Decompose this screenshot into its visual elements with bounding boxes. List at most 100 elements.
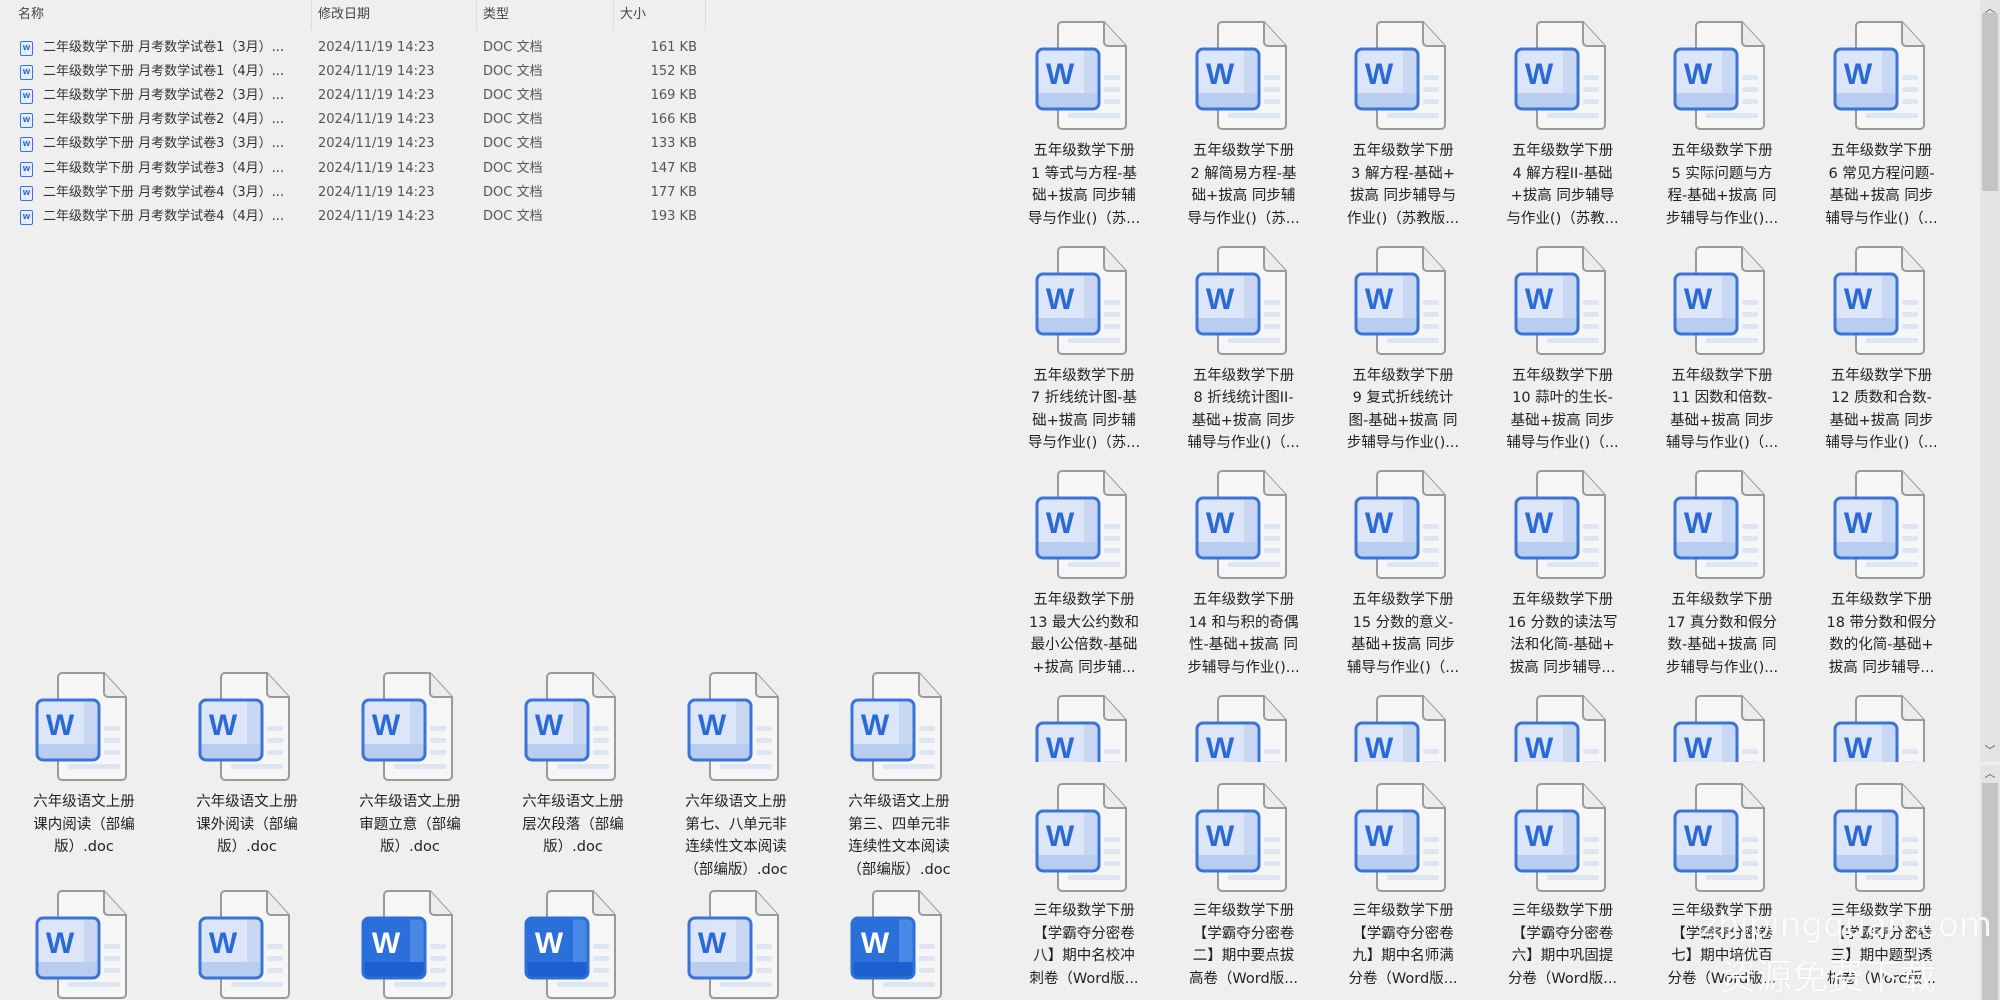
file-label-line: 1 等式与方程-基 <box>1030 165 1138 182</box>
word-document-icon: W <box>1354 694 1446 762</box>
file-label-line: 与作业()（苏教... <box>1506 210 1619 227</box>
word-document-icon: W <box>1195 470 1287 579</box>
right-top-icon-grid: W 五年级数学下册 1 等式与方程-基 础+拔高 同步辅 导与作业()（苏... W 五年级… <box>1004 0 1974 762</box>
file-label-line: 六】期中巩固提 <box>1511 948 1614 964</box>
word-document-icon: W <box>1673 783 1765 892</box>
file-label-line: 步辅导与作业()... <box>1665 659 1779 676</box>
file-label: 六年级语文上册 课外阅读（部编 版）.doc <box>167 791 327 859</box>
file-label: 六年级语文上册 第七、八单元非 连续性文本阅读 （部编版）.doc <box>656 791 816 881</box>
file-label-line: 2 解简易方程-基 <box>1190 165 1297 182</box>
file-label-line: 拔高 同步辅导与 <box>1349 188 1457 204</box>
file-label: 三年级数学下册 【学霸夺分密卷 九】期中名师满 分卷（Word版... <box>1323 900 1483 990</box>
file-label-line: 三年级数学下册 <box>1352 903 1454 919</box>
column-divider[interactable] <box>311 0 312 30</box>
word-document-icon: W <box>1195 783 1287 892</box>
scroll-down-arrow-icon[interactable]: ﹀ <box>1980 742 2000 758</box>
file-type: DOC 文档 <box>483 112 543 128</box>
file-label-line: 础+拔高 同步辅 <box>1032 188 1136 204</box>
file-label: 五年级数学下册 10 蒜叶的生长- 基础+拔高 同步 辅导与作业()（... <box>1483 365 1643 455</box>
file-row[interactable]: W 二年级数学下册 月考数学试卷3（4月）... 2024/11/19 14:23 D… <box>0 157 720 181</box>
file-label-line: 【学霸夺分密卷 <box>1033 925 1135 942</box>
file-label-line: 步辅导与作业()... <box>1346 435 1460 451</box>
sort-ascending-icon: ^ <box>156 0 166 5</box>
svg-text:W: W <box>698 709 727 742</box>
column-divider[interactable] <box>705 0 706 30</box>
file-label-line: 六年级语文上册 <box>359 794 461 810</box>
file-label-line: 八】期中名校冲 <box>1033 948 1135 964</box>
file-label-line: 五年级数学下册 <box>1671 592 1773 608</box>
file-row[interactable]: W 二年级数学下册 月考数学试卷2（3月）... 2024/11/19 14:23 D… <box>0 84 720 108</box>
word-document-icon: W <box>1195 21 1287 130</box>
file-label-line: 础+拔高 同步辅 <box>1191 188 1296 204</box>
file-row[interactable]: W 二年级数学下册 月考数学试卷2（4月）... 2024/11/19 14:23 D… <box>0 108 720 132</box>
file-size: 177 KB <box>650 184 697 200</box>
file-label: 三年级数学下册 【学霸夺分密卷 六】期中巩固提 分卷（Word版... <box>1483 900 1643 990</box>
column-header-size[interactable]: 大小 <box>620 0 646 30</box>
file-label-line: 连续性文本阅读 <box>848 839 950 855</box>
file-label-line: 基础+拔高 同步 <box>1351 637 1455 653</box>
svg-text:W: W <box>1524 507 1553 540</box>
file-label-line: 13 最大公约数和 <box>1028 614 1140 631</box>
file-label-line: 数的化简-基础+ <box>1829 637 1934 653</box>
file-label: 五年级数学下册 13 最大公约数和 最小公倍数-基础 +拔高 同步辅... <box>1004 589 1164 679</box>
column-divider[interactable] <box>613 0 614 30</box>
file-row[interactable]: W 二年级数学下册 月考数学试卷1（4月）... 2024/11/19 14:23 D… <box>0 60 720 84</box>
file-label-line: 【学霸夺分密卷 <box>1192 925 1295 942</box>
file-label: 五年级数学下册 3 解方程-基础+ 拔高 同步辅导与 作业()（苏教版... <box>1323 140 1483 230</box>
file-row[interactable]: W 二年级数学下册 月考数学试卷1（3月）... 2024/11/19 14:23 D… <box>0 36 720 60</box>
file-label-line: 五年级数学下册 <box>1671 367 1773 384</box>
file-size: 166 KB <box>650 112 697 128</box>
word-document-icon: W <box>1673 21 1765 130</box>
word-doc-icon: W <box>20 185 33 201</box>
svg-text:W: W <box>209 709 238 742</box>
file-label-line: 五年级数学下册 <box>1830 367 1933 384</box>
file-name: 二年级数学下册 月考数学试卷1（3月）... <box>43 40 285 55</box>
column-header-name[interactable]: 名称 <box>18 0 44 30</box>
file-date: 2024/11/19 14:23 <box>318 88 435 104</box>
svg-text:W: W <box>1684 58 1713 91</box>
word-doc-icon: W <box>20 89 33 105</box>
scrollbar-thumb[interactable] <box>1982 783 1998 1000</box>
column-header-date[interactable]: 修改日期 <box>318 0 370 30</box>
file-label-line: +拔高 同步辅导 <box>1510 188 1615 204</box>
file-label: 五年级数学下册 18 带分数和假分 数的化简-基础+ 拔高 同步辅导... <box>1802 589 1962 679</box>
file-date: 2024/11/19 14:23 <box>318 40 435 55</box>
file-label-line: 最小公倍数-基础 <box>1030 637 1138 653</box>
file-name: 二年级数学下册 月考数学试卷4（4月）... <box>43 208 285 224</box>
file-label-line: 辅导与作业()（... <box>1665 435 1779 451</box>
scrollbar-thumb[interactable] <box>1982 13 1998 191</box>
file-row[interactable]: W 二年级数学下册 月考数学试卷4（3月）... 2024/11/19 14:23 D… <box>0 181 720 205</box>
file-label-line: 导与作业()（苏... <box>1187 210 1300 227</box>
svg-text:W: W <box>1524 732 1553 763</box>
file-label-line: 导与作业()（苏... <box>1027 210 1141 227</box>
svg-text:W: W <box>1843 283 1872 316</box>
file-label-line: 六年级语文上册 <box>685 794 787 810</box>
scroll-up-arrow-icon[interactable]: ︿ <box>1980 765 2000 781</box>
svg-text:W: W <box>861 927 890 960</box>
file-label-line: 3 解方程-基础+ <box>1351 165 1455 182</box>
file-label-line: 辅导与作业()（... <box>1825 210 1938 227</box>
vertical-scrollbar-top[interactable]: ︿ ﹀ <box>1980 0 2000 762</box>
word-document-icon: W <box>1354 783 1446 892</box>
file-row[interactable]: W 二年级数学下册 月考数学试卷3（3月）... 2024/11/19 14:23 D… <box>0 132 720 156</box>
file-name: 二年级数学下册 月考数学试卷3（3月）... <box>43 136 285 152</box>
file-label-line: 版）.doc <box>54 839 114 855</box>
svg-text:W: W <box>209 927 238 960</box>
vertical-scrollbar-bottom[interactable]: ︿ <box>1980 765 2000 1000</box>
file-type: DOC 文档 <box>483 40 543 55</box>
file-size: 147 KB <box>650 160 697 176</box>
svg-text:W: W <box>1046 820 1075 853</box>
file-type: DOC 文档 <box>483 160 543 176</box>
word-doc-icon: W <box>20 41 33 56</box>
file-name: 二年级数学下册 月考数学试卷4（3月）... <box>43 184 285 200</box>
file-date: 2024/11/19 14:23 <box>318 136 435 152</box>
svg-text:W: W <box>1046 58 1075 91</box>
word-document-icon: W <box>198 672 290 781</box>
column-divider[interactable] <box>476 0 477 30</box>
file-row[interactable]: W 二年级数学下册 月考数学试卷4（4月）... 2024/11/19 14:23 D… <box>0 205 720 229</box>
left-icon-grid: W 六年级语文上册 课内阅读（部编 版）.doc W 六年级语文上册 课外阅读（部编 版）.d… <box>0 656 1000 1000</box>
file-type: DOC 文档 <box>483 136 543 152</box>
file-label-line: +拔高 同步辅... <box>1032 659 1136 676</box>
file-label-line: 作业()（苏教版... <box>1346 210 1460 227</box>
column-header-type[interactable]: 类型 <box>483 0 509 30</box>
